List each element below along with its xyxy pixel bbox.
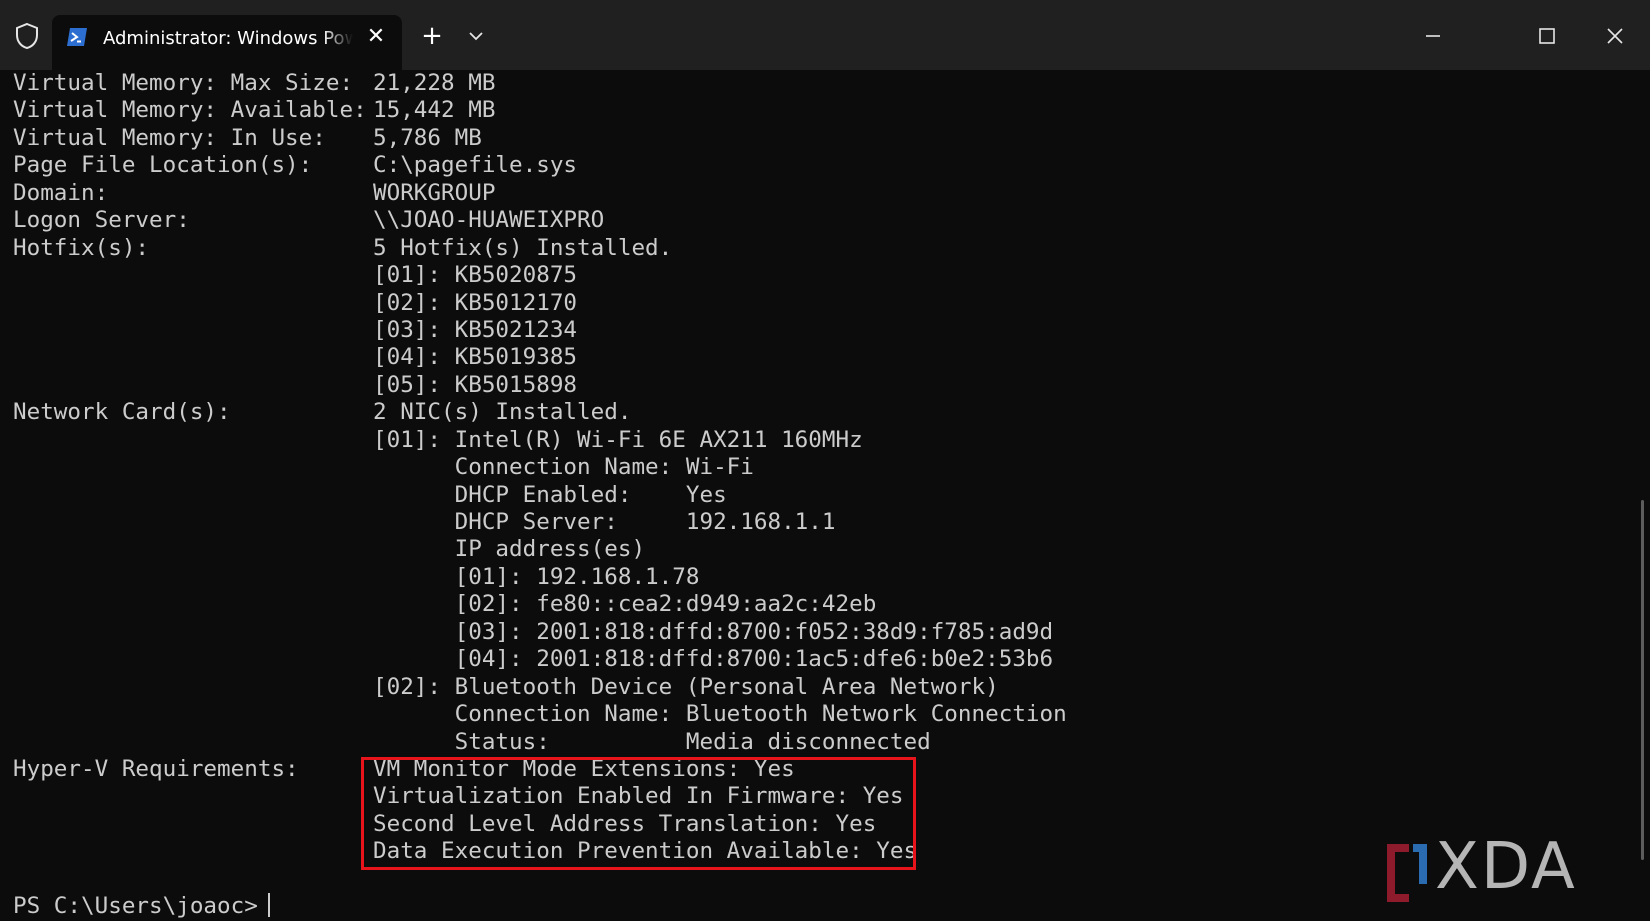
terminal-line-value: [03]: KB5021234 [373, 316, 578, 343]
terminal-line-label: Domain: [13, 179, 109, 206]
terminal-line-value: 2 NIC(s) Installed. [373, 399, 632, 426]
highlight-box [361, 757, 916, 870]
terminal-line: [04]: 2001:818:dffd:8700:1ac5:dfe6:b0e2:… [13, 646, 1613, 673]
tab-close-icon[interactable]: ✕ [362, 23, 390, 51]
terminal-line-value: [05]: KB5015898 [373, 371, 578, 398]
terminal-line: [02]: Bluetooth Device (Personal Area Ne… [13, 674, 1613, 701]
terminal-line-value: [04]: 2001:818:dffd:8700:1ac5:dfe6:b0e2:… [373, 646, 1054, 673]
terminal-line-label: Network Card(s): [13, 399, 231, 426]
terminal-line-value: [01]: Intel(R) Wi-Fi 6E AX211 160MHz [373, 426, 863, 453]
new-tab-button[interactable]: + [414, 18, 450, 54]
maximize-icon[interactable] [1522, 16, 1572, 56]
terminal-line: [02]: fe80::cea2:d949:aa2c:42eb [13, 591, 1613, 618]
terminal-line-value: [02]: Bluetooth Device (Personal Area Ne… [373, 673, 999, 700]
terminal-line: [01]: Intel(R) Wi-Fi 6E AX211 160MHz [13, 427, 1613, 454]
terminal-line: [05]: KB5015898 [13, 372, 1613, 399]
terminal-line: Connection Name: Bluetooth Network Conne… [13, 701, 1613, 728]
terminal-line: Connection Name: Wi-Fi [13, 454, 1613, 481]
text-cursor [267, 893, 270, 918]
terminal-line-value: Connection Name: Wi-Fi [373, 454, 754, 481]
terminal-line-label: Virtual Memory: Max Size: [13, 70, 354, 96]
terminal-line-value: Connection Name: Bluetooth Network Conne… [373, 701, 1067, 728]
terminal-line-value: DHCP Server: 192.168.1.1 [373, 509, 836, 535]
terminal-line-value: C:\pagefile.sys [373, 152, 578, 179]
xda-logo-text: XDA [1435, 830, 1577, 904]
terminal-line: [01]: 192.168.1.78 [13, 564, 1613, 591]
terminal-line: [03]: KB5021234 [13, 317, 1613, 344]
terminal-line-value: [02]: fe80::cea2:d949:aa2c:42eb [373, 591, 877, 618]
terminal-line-value: 5 Hotfix(s) Installed. [373, 234, 673, 261]
shield-icon [16, 22, 38, 50]
powershell-icon [67, 28, 87, 46]
terminal-line: [02]: KB5012170 [13, 290, 1613, 317]
terminal-line-value: 5,786 MB [373, 124, 482, 151]
terminal-line: Page File Location(s): C:\pagefile.sys [13, 152, 1613, 179]
terminal-line: [04]: KB5019385 [13, 344, 1613, 371]
terminal-line: Domain: WORKGROUP [13, 180, 1613, 207]
terminal-line: Network Card(s): 2 NIC(s) Installed. [13, 399, 1613, 426]
terminal-line-value: \\JOAO-HUAWEIXPRO [373, 207, 605, 234]
terminal-line: Virtual Memory: Max Size: 21,228 MB [13, 70, 1613, 97]
terminal-line: IP address(es) [13, 536, 1613, 563]
terminal-line-value: WORKGROUP [373, 179, 496, 206]
terminal-line-value: [01]: 192.168.1.78 [373, 563, 700, 590]
terminal-line: Logon Server: \\JOAO-HUAWEIXPRO [13, 207, 1613, 234]
terminal-line-value: [03]: 2001:818:dffd:8700:f052:38d9:f785:… [373, 618, 1054, 645]
prompt-line[interactable]: PS C:\Users\joaoc> [13, 893, 1613, 920]
close-window-icon[interactable] [1590, 16, 1640, 56]
terminal-line: [03]: 2001:818:dffd:8700:f052:38d9:f785:… [13, 619, 1613, 646]
terminal-line-label: Virtual Memory: In Use: [13, 124, 326, 151]
terminal-line-value: IP address(es) [373, 536, 646, 563]
terminal-line-value: 15,442 MB [373, 97, 496, 124]
terminal-line-value: [01]: KB5020875 [373, 262, 578, 289]
terminal-line: Virtual Memory: In Use: 5,786 MB [13, 125, 1613, 152]
title-bar: Administrator: Windows PowerShell ✕ + [0, 0, 1650, 70]
tab-powershell[interactable]: Administrator: Windows PowerShell ✕ [52, 15, 402, 70]
terminal-line-label: Hyper-V Requirements: [13, 755, 299, 782]
terminal-line-value: [04]: KB5019385 [373, 344, 578, 371]
terminal-line: Virtual Memory: Available: 15,442 MB [13, 97, 1613, 124]
terminal-line: DHCP Enabled: Yes [13, 482, 1613, 509]
terminal-line-label: Page File Location(s): [13, 152, 313, 179]
terminal-line-value: 21,228 MB [373, 70, 496, 96]
scrollbar[interactable] [1641, 500, 1644, 860]
xda-bracket-icon [1387, 844, 1427, 902]
terminal-line: [01]: KB5020875 [13, 262, 1613, 289]
terminal-line-value: DHCP Enabled: Yes [373, 481, 727, 508]
terminal-line: Hotfix(s): 5 Hotfix(s) Installed. [13, 235, 1613, 262]
terminal-line-value: Status: Media disconnected [373, 728, 931, 755]
terminal-line-label: Virtual Memory: Available: [13, 97, 367, 124]
tab-title: Administrator: Windows PowerShell [103, 28, 353, 49]
terminal-line-label: Logon Server: [13, 207, 190, 234]
terminal-line: DHCP Server: 192.168.1.1 [13, 509, 1613, 536]
terminal-line: Status: Media disconnected [13, 729, 1613, 756]
chevron-down-icon[interactable] [462, 22, 490, 50]
xda-logo: XDA [1383, 832, 1645, 904]
terminal-line-label: Hotfix(s): [13, 234, 150, 261]
minimize-icon[interactable] [1408, 16, 1458, 56]
prompt-text: PS C:\Users\joaoc> [13, 893, 258, 920]
terminal-line-value: [02]: KB5012170 [373, 289, 578, 316]
